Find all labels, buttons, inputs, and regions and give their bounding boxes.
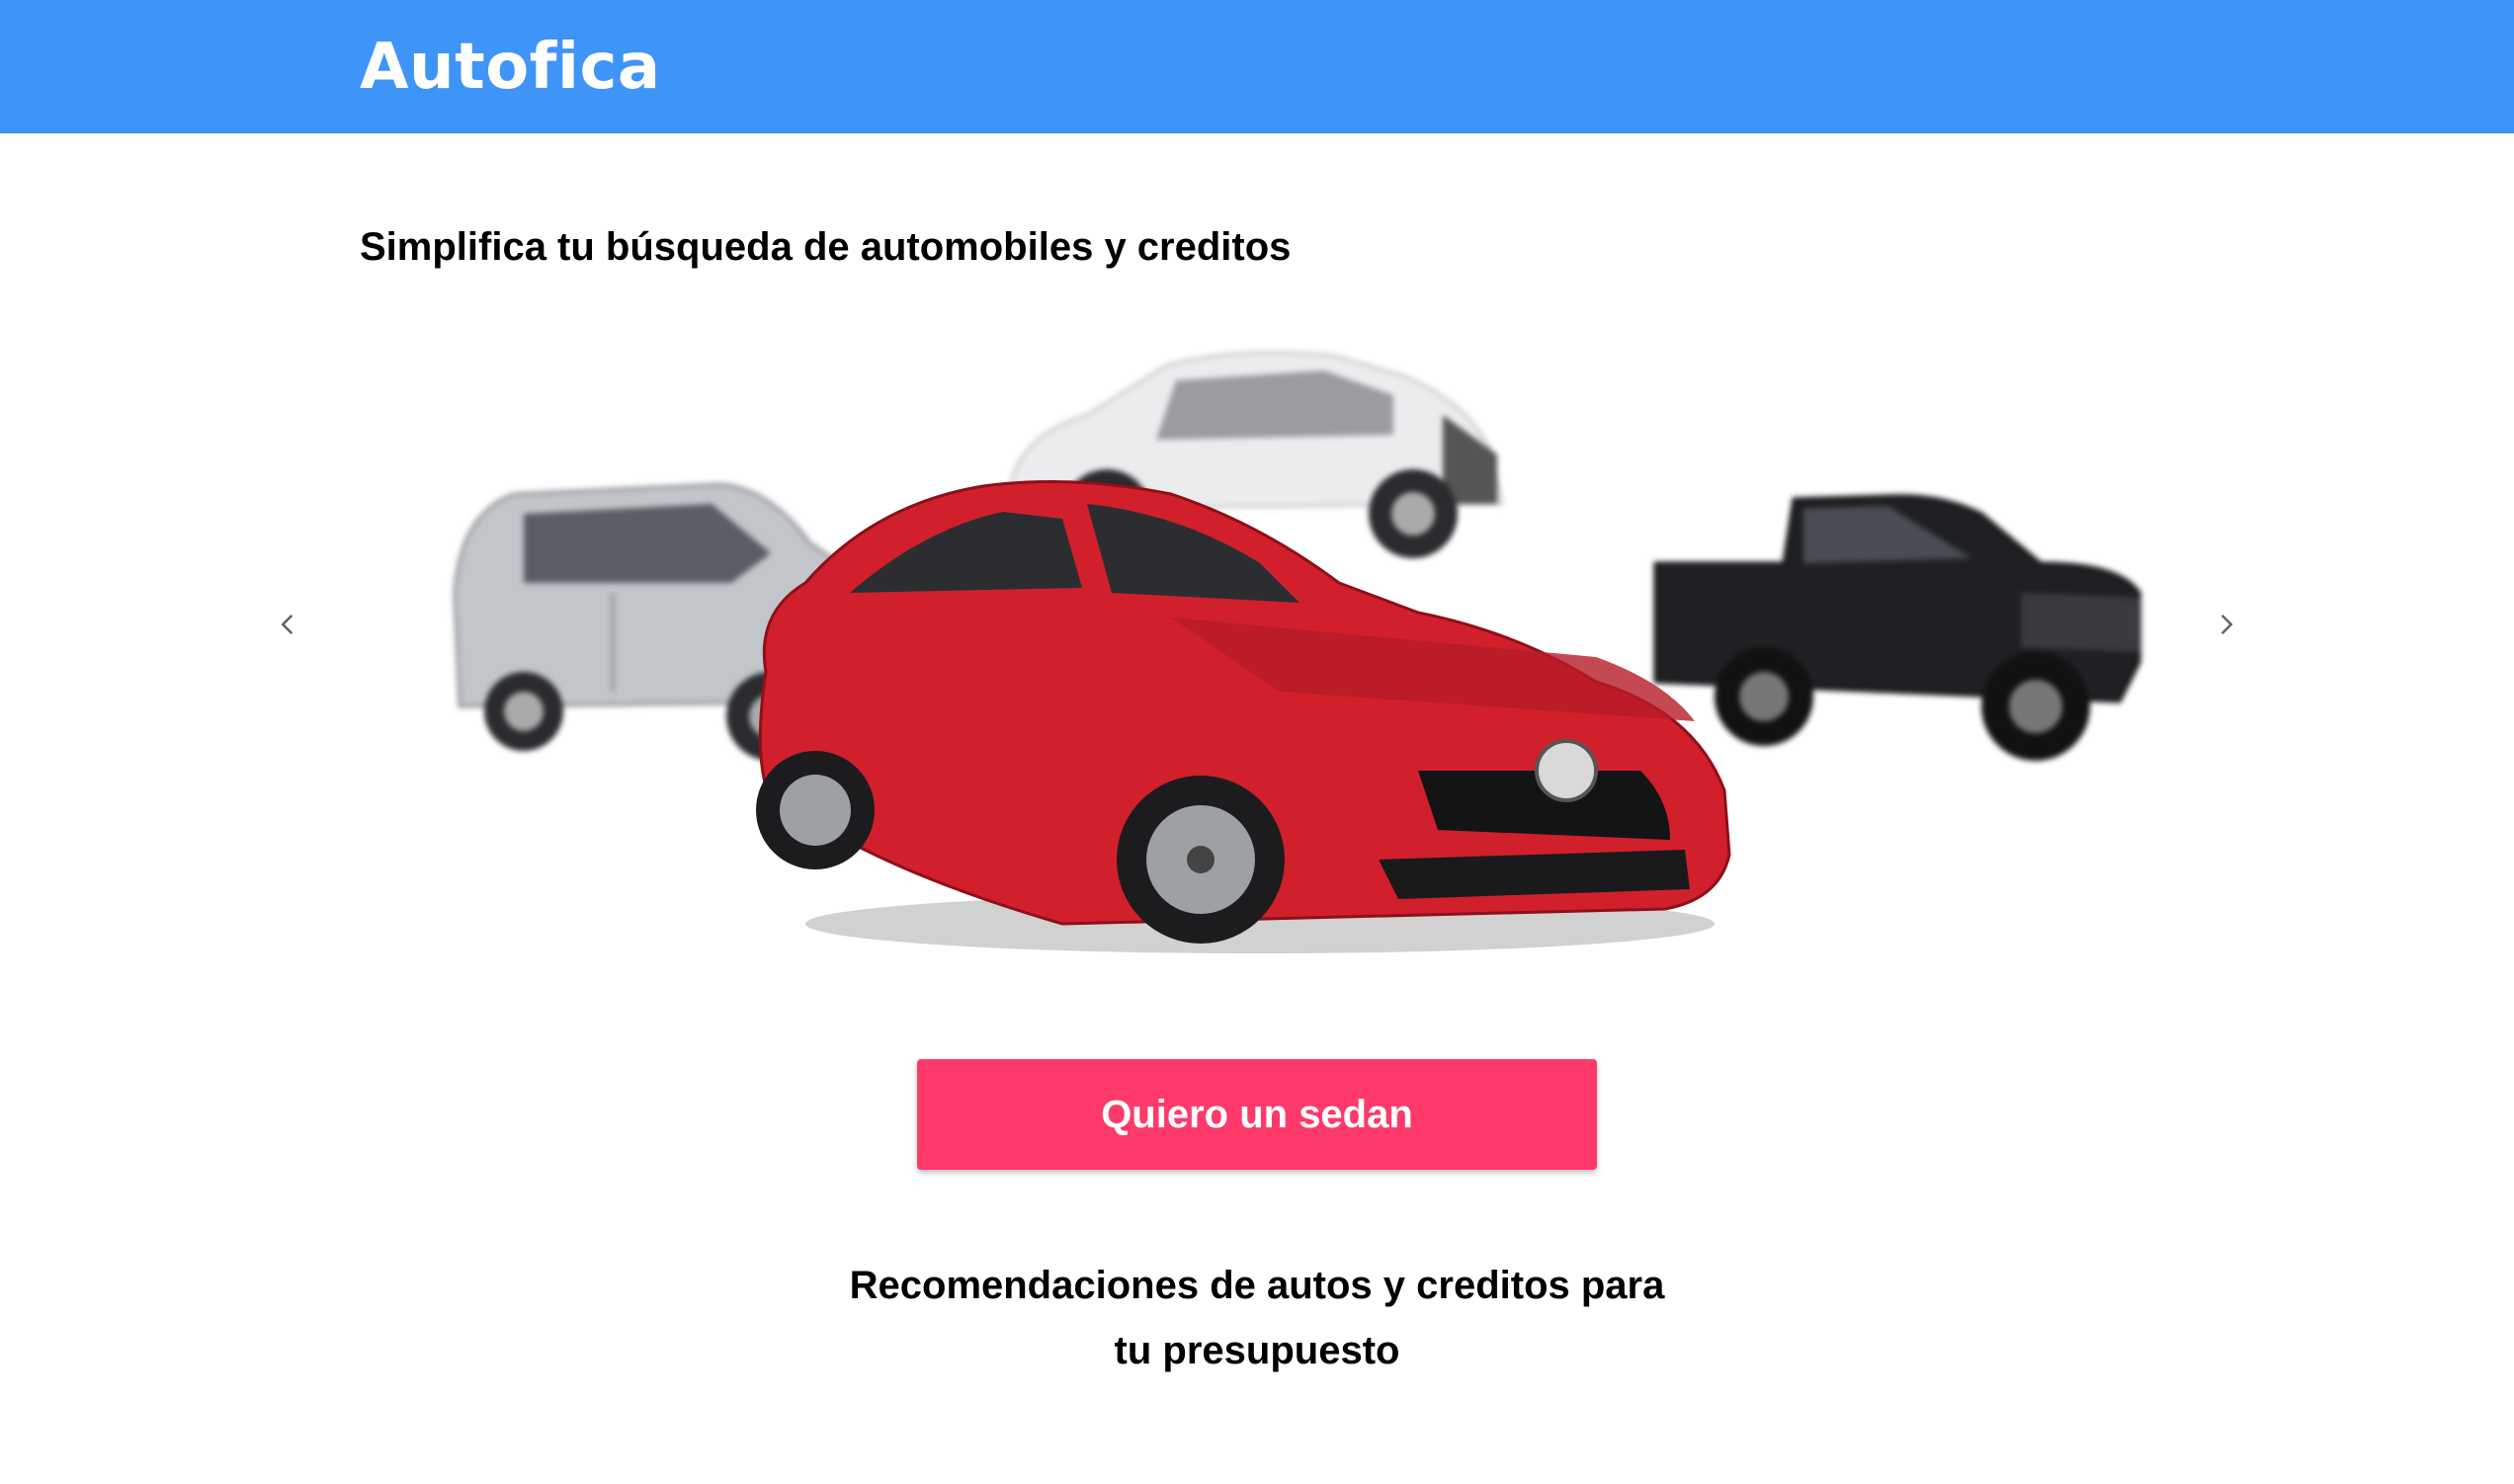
sedan-image xyxy=(756,480,1731,953)
brand-logo[interactable]: Autofica xyxy=(360,30,661,105)
page-tagline: Simplifica tu búsqueda de automobiles y … xyxy=(360,225,1292,269)
top-app-bar: Autofica xyxy=(0,0,2514,133)
want-sedan-button[interactable]: Quiero un sedan xyxy=(917,1059,1597,1170)
recommendations-text: Recomendaciones de autos y creditos para… xyxy=(763,1253,1751,1383)
recommendations-line-1: Recomendaciones de autos y creditos para xyxy=(849,1264,1665,1307)
vehicle-carousel xyxy=(257,326,2257,988)
carousel-slide[interactable] xyxy=(435,326,2141,988)
chevron-left-icon xyxy=(281,615,293,634)
carousel-next-button[interactable] xyxy=(2194,593,2257,656)
carousel-prev-button[interactable] xyxy=(257,593,320,656)
chevron-right-icon xyxy=(2221,615,2233,634)
recommendations-line-2: tu presupuesto xyxy=(1114,1329,1400,1372)
